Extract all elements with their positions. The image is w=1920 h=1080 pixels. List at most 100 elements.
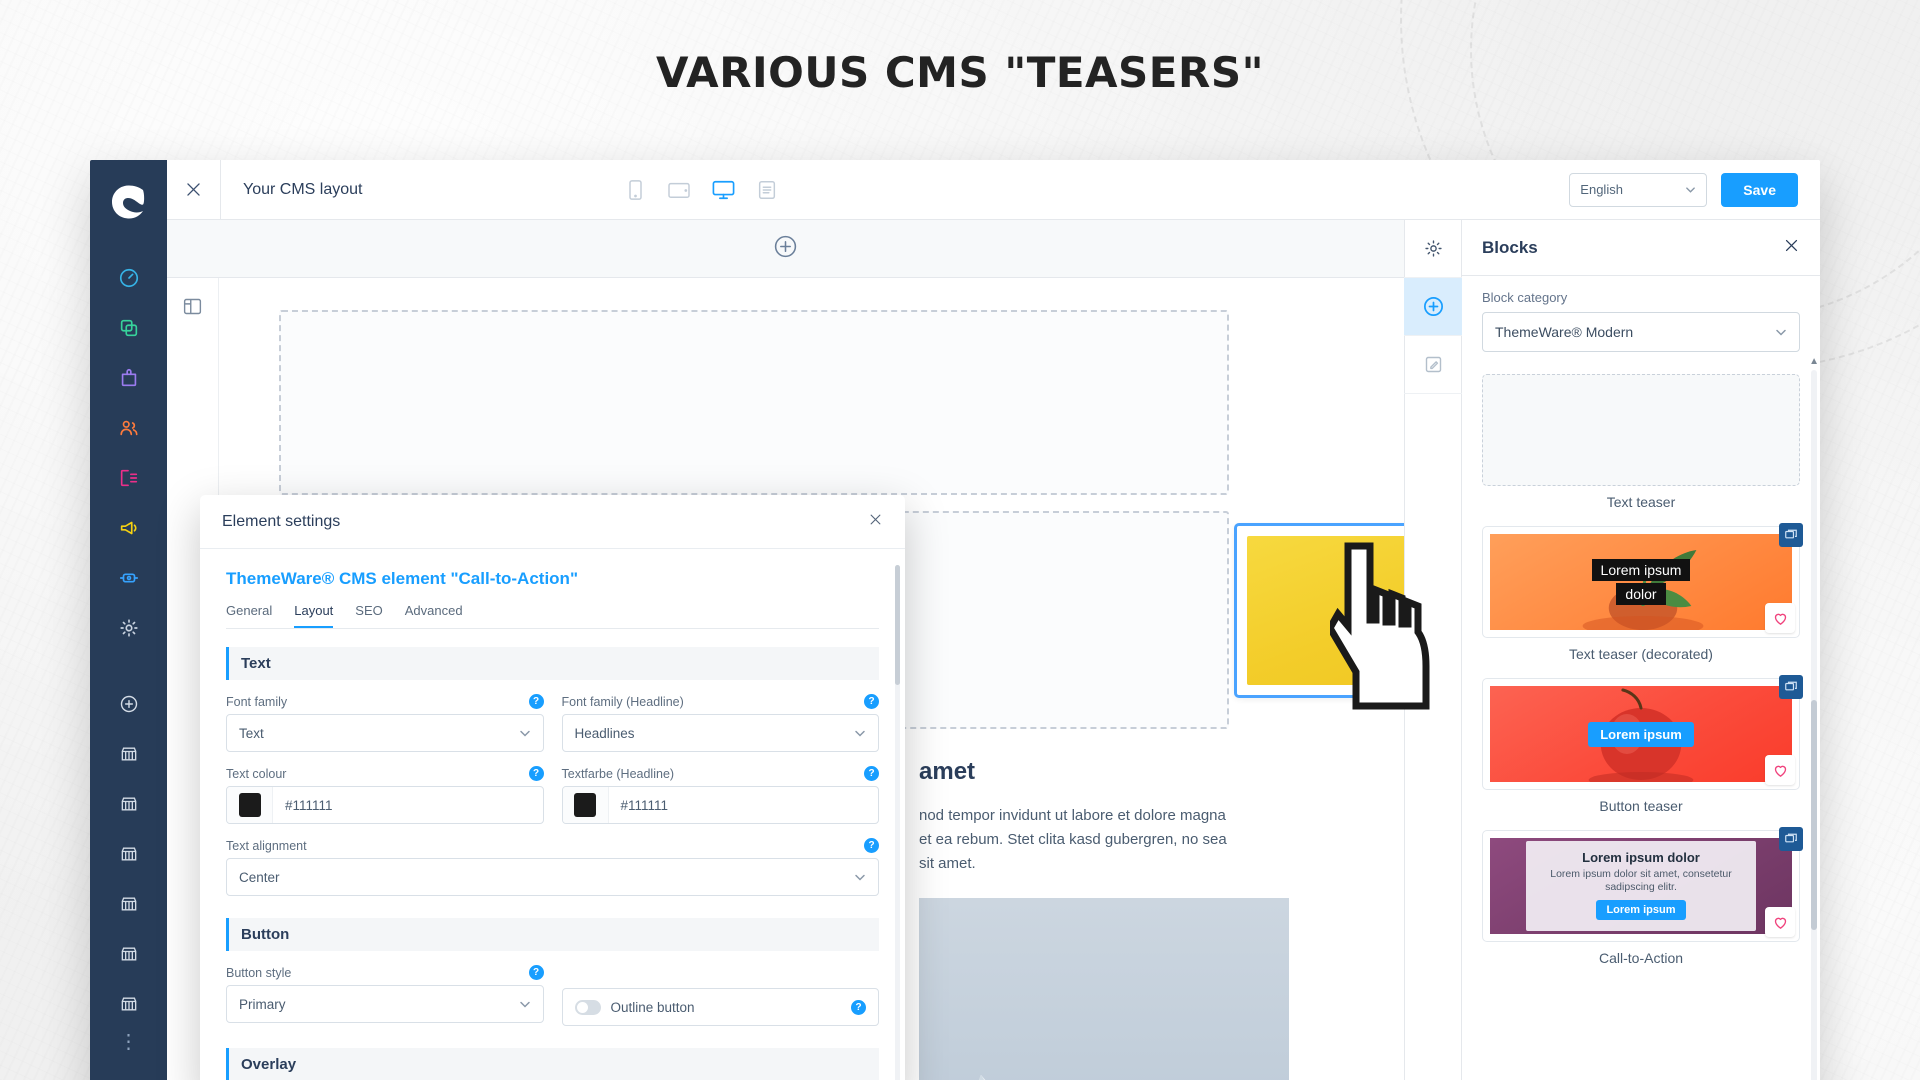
text-alignment-field: Text alignment ? Center [226,838,879,896]
tab-seo[interactable]: SEO [355,603,382,628]
block-list-item[interactable]: Lorem ipsum dolor Lorem ipsum dolor sit … [1482,827,1803,966]
tab-layout[interactable]: Layout [294,603,334,628]
layout-sidebar-icon[interactable] [182,296,203,322]
sidebar-item-shop-4[interactable] [107,882,151,926]
help-icon[interactable]: ? [851,999,866,1015]
language-value: English [1580,182,1623,197]
rail-item-settings[interactable] [1404,220,1462,278]
blocks-scrollbar[interactable] [1811,370,1817,1080]
block-category-value: ThemeWare® Modern [1495,324,1634,340]
tab-general[interactable]: General [226,603,272,628]
block-category-select[interactable]: ThemeWare® Modern [1482,312,1800,352]
sidebar-item-marketing[interactable] [107,506,151,550]
block-caption: Button teaser [1599,798,1683,814]
sidebar-item-shop-5[interactable] [107,932,151,976]
heart-icon[interactable] [1765,603,1795,633]
rail-item-edit[interactable] [1404,336,1462,394]
sidebar-item-catalogues[interactable] [107,306,151,350]
teaser-overlay-line-1: Lorem ipsum [1591,559,1691,581]
rail-item-add-block[interactable] [1404,278,1462,336]
colour-swatch[interactable] [574,793,596,817]
sidebar-item-content[interactable] [107,456,151,500]
tab-advanced[interactable]: Advanced [405,603,463,628]
chevron-down-icon [1776,329,1786,336]
mobile-icon[interactable] [622,177,648,203]
modal-header: Element settings [200,495,905,549]
help-icon[interactable]: ? [864,694,879,709]
selected-teaser-element[interactable]: Lorem ipsum dolor [1234,523,1404,698]
block-thumb-text-teaser-decorated[interactable]: Lorem ipsum dolor [1482,523,1803,638]
button-style-value: Primary [239,996,286,1012]
block-list-item[interactable]: Lorem ipsum Button teaser [1482,675,1803,814]
outline-button-row[interactable]: Outline button ? [561,988,879,1026]
duplicate-icon[interactable] [1779,523,1803,547]
help-icon[interactable]: ? [528,694,544,709]
sidebar-item-extensions[interactable] [107,556,151,600]
close-icon[interactable] [167,160,221,220]
outline-button-toggle[interactable] [574,999,601,1015]
plus-circle-icon [1423,297,1443,316]
font-family-headline-select[interactable]: Headlines [561,714,879,752]
duplicate-icon[interactable] [1779,675,1803,699]
heart-icon[interactable] [1765,755,1795,785]
colour-swatch-wrap[interactable] [562,787,609,823]
list-view-icon[interactable] [754,177,780,203]
help-icon[interactable]: ? [528,965,544,980]
content-paragraph-line-3: sit amet. [919,855,976,872]
content-paragraph-line-2: et ea rebum. Stet clita kasd gubergren, … [919,831,1227,848]
save-button[interactable]: Save [1721,172,1798,207]
colour-swatch-wrap[interactable] [227,787,273,823]
block-thumb-text-teaser[interactable] [1482,374,1800,486]
modal-scrollbar[interactable] [895,565,900,1080]
topbar-actions: English Save [1569,172,1820,207]
sidebar-item-shop-3[interactable] [107,832,151,876]
colour-swatch[interactable] [238,793,261,817]
language-select[interactable]: English [1569,172,1708,207]
font-family-select[interactable]: Text [226,714,544,752]
scrollbar-thumb[interactable] [895,565,900,685]
sidebar-item-dashboard[interactable] [107,256,151,300]
help-icon[interactable]: ? [528,766,544,781]
button-style-select[interactable]: Primary [226,985,544,1023]
sidebar-item-shop-1[interactable] [107,732,151,776]
chevron-down-icon [519,730,530,737]
heart-icon[interactable] [1765,907,1795,937]
sidebar-item-shop-6[interactable] [107,982,151,1026]
duplicate-icon[interactable] [1779,827,1803,851]
sidebar-item-add-shop[interactable] [107,682,151,726]
add-section-plus-circle-icon[interactable] [773,234,798,264]
chevron-down-icon [855,730,865,737]
empty-dropzone[interactable] [279,310,1229,495]
scroll-up-arrow-icon[interactable]: ▲ [1809,356,1819,367]
text-alignment-select[interactable]: Center [226,858,879,896]
sidebar-item-customers[interactable] [107,406,151,450]
more-vertical-icon[interactable]: ⋮ [119,1032,139,1052]
block-list-item[interactable]: Text teaser [1482,374,1800,510]
text-colour-input[interactable]: #111111 [226,786,544,824]
text-colour-label: Text colour [226,766,287,781]
tablet-icon[interactable] [666,177,692,203]
block-thumb-call-to-action[interactable]: Lorem ipsum dolor Lorem ipsum dolor sit … [1482,827,1803,942]
sidebar-item-orders[interactable] [107,356,151,400]
close-icon[interactable] [1783,237,1800,259]
left-navigation: ⋮ [90,160,167,1080]
sidebar-item-shop-2[interactable] [107,782,151,826]
block-list-item[interactable]: Lorem ipsum dolor Text teaser (decorated… [1482,523,1803,662]
desktop-icon[interactable] [710,177,736,203]
text-colour-headline-label: Textfarbe (Headline) [561,766,675,781]
text-alignment-label: Text alignment [226,838,307,853]
button-row: Button style ? Primary Outline button ? [226,965,879,1026]
sidebar-item-settings[interactable] [107,606,151,650]
chevron-down-icon [855,874,865,881]
cta-button[interactable]: Lorem ipsum [1596,900,1686,921]
text-colour-headline-input[interactable]: #111111 [561,786,879,824]
close-icon[interactable] [868,512,883,532]
help-icon[interactable]: ? [864,766,879,781]
teaser-preview-image: Lorem ipsum dolor [1490,534,1792,630]
edit-document-icon [1425,356,1441,373]
help-icon[interactable]: ? [864,838,879,853]
cta-text: Lorem ipsum dolor sit amet, consetetur s… [1550,867,1732,893]
block-thumb-button-teaser[interactable]: Lorem ipsum [1482,675,1803,790]
scrollbar-thumb[interactable] [1811,700,1817,930]
teaser-button-label: Lorem ipsum [1588,721,1694,747]
